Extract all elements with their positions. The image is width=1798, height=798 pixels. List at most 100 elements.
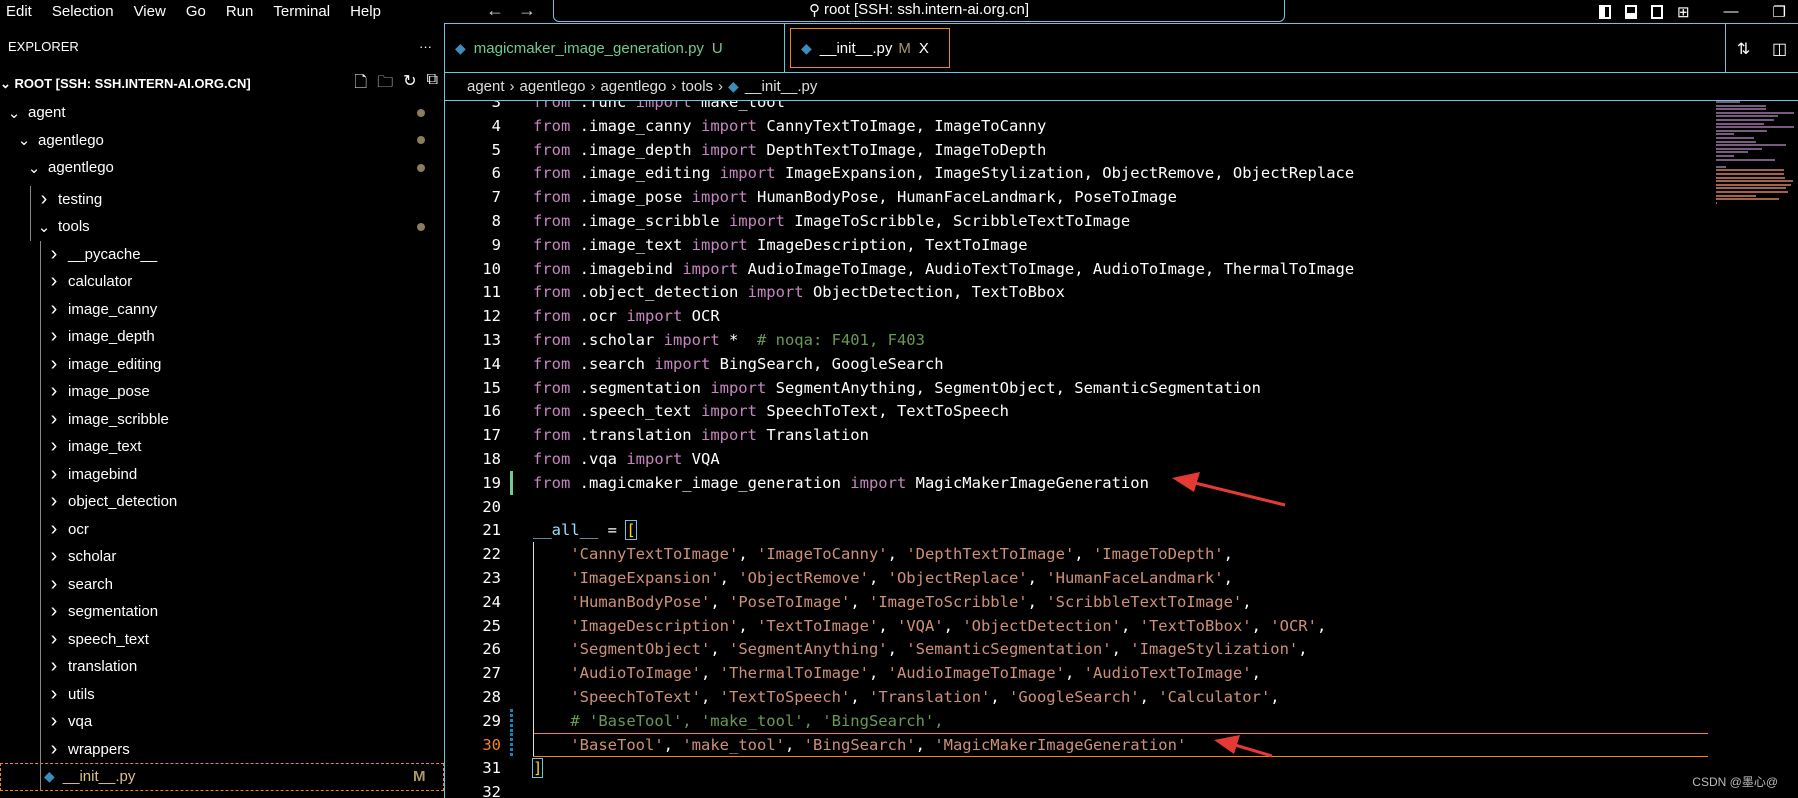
code-line[interactable]: 10 from .imagebind import AudioImageToIma…: [446, 257, 1708, 281]
tree-item[interactable]: › calculator: [0, 268, 444, 296]
tree-item[interactable]: › image_canny: [0, 295, 444, 323]
code-token: import: [691, 235, 748, 254]
modified-badge: M: [898, 39, 911, 57]
tree-item[interactable]: › scholar: [0, 543, 444, 571]
code-line[interactable]: 4 from .image_canny import CannyTextToIma…: [446, 114, 1708, 138]
code-line[interactable]: 13 from .scholar import * # noqa: F401, F…: [446, 328, 1708, 352]
tree-item[interactable]: › search: [0, 570, 444, 598]
code-line[interactable]: 8 from .image_scribble import ImageToScri…: [446, 209, 1708, 233]
code-token: .segmentation: [570, 378, 711, 397]
menu-item-edit[interactable]: Edit: [6, 3, 32, 20]
minimap[interactable]: [1712, 101, 1798, 221]
code-line[interactable]: 22 'CannyTextToImage', 'ImageToCanny', '…: [446, 542, 1708, 566]
minimap-line: [1716, 151, 1749, 154]
code-line[interactable]: 15 from .segmentation import SegmentAnyth…: [446, 376, 1708, 400]
forward-arrow-icon[interactable]: →: [518, 0, 536, 20]
tree-item[interactable]: ⌄ agentlego: [0, 127, 444, 155]
code-line[interactable]: 3 from .func import make_tool: [446, 101, 1708, 114]
collapse-all-icon[interactable]: ⧉: [427, 71, 438, 98]
close-icon[interactable]: X: [919, 40, 929, 57]
tab-magicmaker-image-generation[interactable]: ◆ magicmaker_image_generation.py U: [445, 24, 785, 73]
code-line[interactable]: 25 'ImageDescription', 'TextToImage', 'V…: [446, 614, 1708, 638]
tree-item[interactable]: › __pycache__: [0, 240, 444, 268]
tree-item[interactable]: › image_pose: [0, 378, 444, 406]
restore-icon[interactable]: ❐: [1773, 3, 1786, 21]
code-line[interactable]: 21 __all__ = [: [446, 518, 1708, 542]
code-line[interactable]: 28 'SpeechToText', 'TextToSpeech', 'Tran…: [446, 685, 1708, 709]
tree-item[interactable]: › vqa: [0, 708, 444, 736]
breadcrumb-item[interactable]: agentlego: [600, 78, 666, 95]
new-folder-icon[interactable]: 🗀: [377, 71, 393, 98]
tree-item[interactable]: › ocr: [0, 515, 444, 543]
code-line[interactable]: 32: [446, 780, 1708, 798]
tree-item[interactable]: ◆ __init__.py M: [0, 763, 444, 791]
code-editor[interactable]: 3 from .func import make_tool 4 from .image…: [446, 101, 1708, 798]
line-number: 11: [482, 283, 501, 302]
menu-item-selection[interactable]: Selection: [52, 3, 114, 20]
tree-item[interactable]: › image_editing: [0, 350, 444, 378]
toggle-sidebar-icon[interactable]: [1598, 4, 1611, 19]
tree-item[interactable]: › testing: [0, 185, 444, 213]
menu-item-help[interactable]: Help: [350, 3, 381, 20]
code-line[interactable]: 29 # 'BaseTool', 'make_tool', 'BingSearc…: [446, 709, 1708, 733]
code-line[interactable]: 6 from .image_editing import ImageExpansi…: [446, 161, 1708, 185]
breadcrumb-item[interactable]: __init__.py: [745, 78, 818, 95]
code-line[interactable]: 19 from .magicmaker_image_generation impo…: [446, 471, 1708, 495]
chevron-right-icon: ›: [50, 517, 58, 540]
tree-item[interactable]: › image_scribble: [0, 405, 444, 433]
tree-item[interactable]: › image_text: [0, 433, 444, 461]
minimize-icon[interactable]: —: [1724, 3, 1739, 20]
breadcrumb-item[interactable]: agentlego: [520, 78, 586, 95]
code-line[interactable]: 14 from .search import BingSearch, Google…: [446, 352, 1708, 376]
tree-item[interactable]: › image_depth: [0, 323, 444, 351]
code-token: # noqa: F401, F403: [756, 331, 925, 349]
tree-item[interactable]: › imagebind: [0, 460, 444, 488]
menu-item-view[interactable]: View: [134, 3, 166, 20]
toggle-panel-icon[interactable]: [1624, 4, 1637, 19]
tree-item[interactable]: ⌄ agentlego: [0, 154, 444, 182]
customize-layout-icon[interactable]: ⊞: [1677, 3, 1690, 21]
code-line[interactable]: 31]: [446, 756, 1708, 780]
tree-item[interactable]: › translation: [0, 653, 444, 681]
tab-init-py[interactable]: ◆ __init__.py M X: [790, 28, 950, 68]
menu-item-terminal[interactable]: Terminal: [273, 3, 330, 20]
compare-changes-icon[interactable]: ⇅: [1737, 39, 1750, 59]
chevron-right-icon: ›: [50, 462, 58, 485]
code-line[interactable]: 24 'HumanBodyPose', 'PoseToImage', 'Imag…: [446, 590, 1708, 614]
toggle-secondary-sidebar-icon[interactable]: [1650, 4, 1663, 19]
code-line[interactable]: 30 'BaseTool', 'make_tool', 'BingSearch'…: [446, 733, 1708, 757]
code-line[interactable]: 20: [446, 495, 1708, 519]
code-line[interactable]: 27 'AudioToImage', 'ThermalToImage', 'Au…: [446, 661, 1708, 685]
more-actions-button[interactable]: ···: [419, 39, 432, 54]
back-arrow-icon[interactable]: ←: [486, 0, 504, 20]
split-editor-icon[interactable]: ◫: [1772, 39, 1787, 59]
tree-item[interactable]: › object_detection: [0, 488, 444, 516]
code-line[interactable]: 16 from .speech_text import SpeechToText,…: [446, 399, 1708, 423]
new-file-icon[interactable]: 🗋: [354, 71, 367, 98]
refresh-icon[interactable]: ↻: [403, 71, 416, 98]
tree-item[interactable]: › utils: [0, 680, 444, 708]
code-line[interactable]: 7 from .image_pose import HumanBodyPose, …: [446, 185, 1708, 209]
code-line[interactable]: 12 from .ocr import OCR: [446, 304, 1708, 328]
code-line[interactable]: 17 from .translation import Translation: [446, 423, 1708, 447]
code-line[interactable]: 23 'ImageExpansion', 'ObjectRemove', 'Ob…: [446, 566, 1708, 590]
breadcrumb-item[interactable]: tools: [681, 78, 713, 95]
explorer-root[interactable]: ⌄ ROOT [SSH: SSH.INTERN-AI.ORG.CN] 🗋 🗀 ↻…: [0, 69, 444, 99]
chevron-right-icon: ›: [50, 655, 58, 678]
tree-item[interactable]: ⌄ tools: [0, 213, 444, 241]
tree-item[interactable]: › speech_text: [0, 625, 444, 653]
breadcrumb-item[interactable]: agent: [467, 78, 505, 95]
code-line[interactable]: 9 from .image_text import ImageDescriptio…: [446, 233, 1708, 257]
code-line[interactable]: 5 from .image_depth import DepthTextToIma…: [446, 138, 1708, 162]
code-line[interactable]: 26 'SegmentObject', 'SegmentAnything', '…: [446, 637, 1708, 661]
code-token: from: [533, 259, 571, 278]
menu-item-run[interactable]: Run: [226, 3, 254, 20]
command-center[interactable]: ⚲ root [SSH: ssh.intern-ai.org.cn]: [553, 0, 1285, 22]
menu-item-go[interactable]: Go: [186, 3, 206, 20]
tree-item[interactable]: ⌄ agent: [0, 99, 444, 127]
tree-item[interactable]: › segmentation: [0, 598, 444, 626]
code-line[interactable]: 11 from .object_detection import ObjectDe…: [446, 280, 1708, 304]
code-line[interactable]: 18 from .vqa import VQA: [446, 447, 1708, 471]
code-token: ,: [990, 688, 1009, 706]
tree-item[interactable]: › wrappers: [0, 735, 444, 763]
